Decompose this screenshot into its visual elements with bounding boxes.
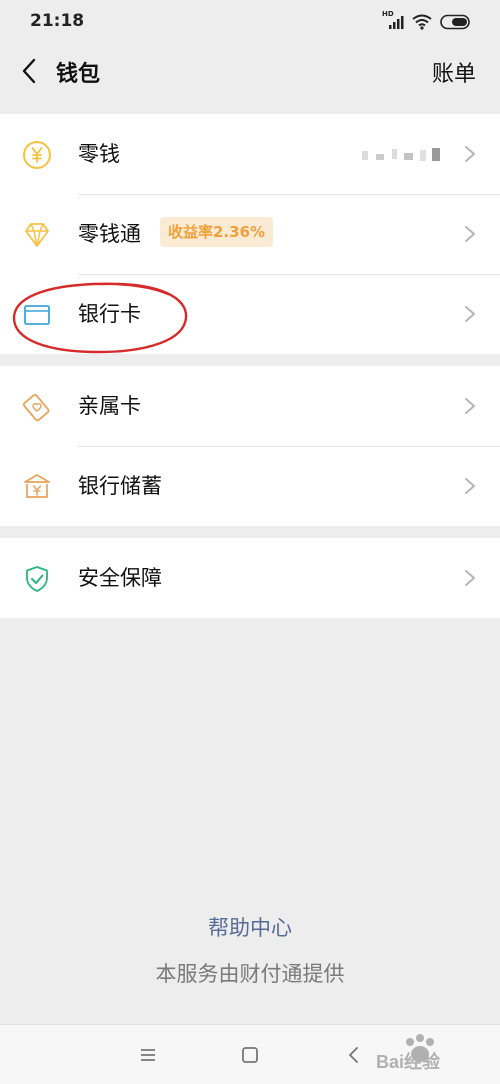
home-icon[interactable]: [238, 1043, 262, 1067]
help-center-link[interactable]: 帮助中心: [0, 912, 500, 942]
row-change[interactable]: 零钱: [0, 114, 500, 194]
row-label: 亲属卡: [78, 394, 141, 418]
bill-button[interactable]: 账单: [432, 56, 476, 88]
wallet-group-secondary: 亲属卡 银行储蓄: [0, 366, 500, 526]
wallet-group-security: 安全保障: [0, 538, 500, 618]
provider-note: 本服务由财付通提供: [155, 962, 345, 986]
diamond-icon: [25, 223, 49, 247]
shield-check-icon: [26, 566, 48, 592]
chevron-right-icon: [465, 306, 475, 322]
watermark-text: Bai经验: [376, 1051, 441, 1072]
status-time: 21:18: [30, 11, 85, 31]
yield-rate-badge: 收益率2.36%: [160, 217, 274, 247]
menu-icon[interactable]: [136, 1043, 160, 1067]
bank-card-icon: [24, 305, 50, 325]
chevron-right-icon: [465, 226, 475, 242]
bank-savings-icon: [24, 474, 50, 498]
row-family-card[interactable]: 亲属卡: [0, 366, 500, 446]
yuan-coin-icon: [23, 141, 51, 169]
status-bar: 21:18 HD: [0, 0, 500, 44]
row-label: 零钱: [78, 142, 120, 166]
row-label: 安全保障: [78, 566, 162, 590]
wallet-page: 21:18 HD 钱包 账单 零钱 零钱通 收益率2.36% 银行卡 亲属卡 银…: [0, 0, 500, 1084]
row-label: 零钱通: [78, 222, 141, 246]
row-bank-savings[interactable]: 银行储蓄: [0, 446, 500, 526]
baidu-jingyan-watermark: Bai经验: [376, 1034, 441, 1072]
chevron-right-icon: [465, 146, 475, 162]
wallet-group-primary: 零钱 零钱通 收益率2.36% 银行卡: [0, 114, 500, 354]
chevron-right-icon: [465, 478, 475, 494]
status-icons: HD: [382, 10, 472, 32]
cellular-signal-icon: HD: [382, 10, 404, 30]
page-title: 钱包: [56, 62, 101, 87]
chevron-left-icon: [22, 58, 36, 84]
family-card-icon: [22, 393, 50, 422]
masked-balance: [362, 148, 440, 161]
hd-label: HD: [382, 10, 394, 18]
chevron-right-icon: [465, 398, 475, 414]
wifi-icon: [412, 14, 432, 30]
navigation-bar: 钱包 账单: [0, 44, 500, 102]
row-label: 银行储蓄: [78, 474, 162, 498]
back-button[interactable]: [14, 56, 44, 86]
chevron-right-icon: [465, 570, 475, 586]
row-bank-card[interactable]: 银行卡: [0, 274, 500, 354]
row-label: 银行卡: [78, 302, 141, 326]
row-lingqiantong[interactable]: 零钱通 收益率2.36%: [0, 194, 500, 274]
back-nav-icon[interactable]: [342, 1043, 366, 1067]
battery-icon: [440, 14, 470, 30]
row-security[interactable]: 安全保障: [0, 538, 500, 618]
